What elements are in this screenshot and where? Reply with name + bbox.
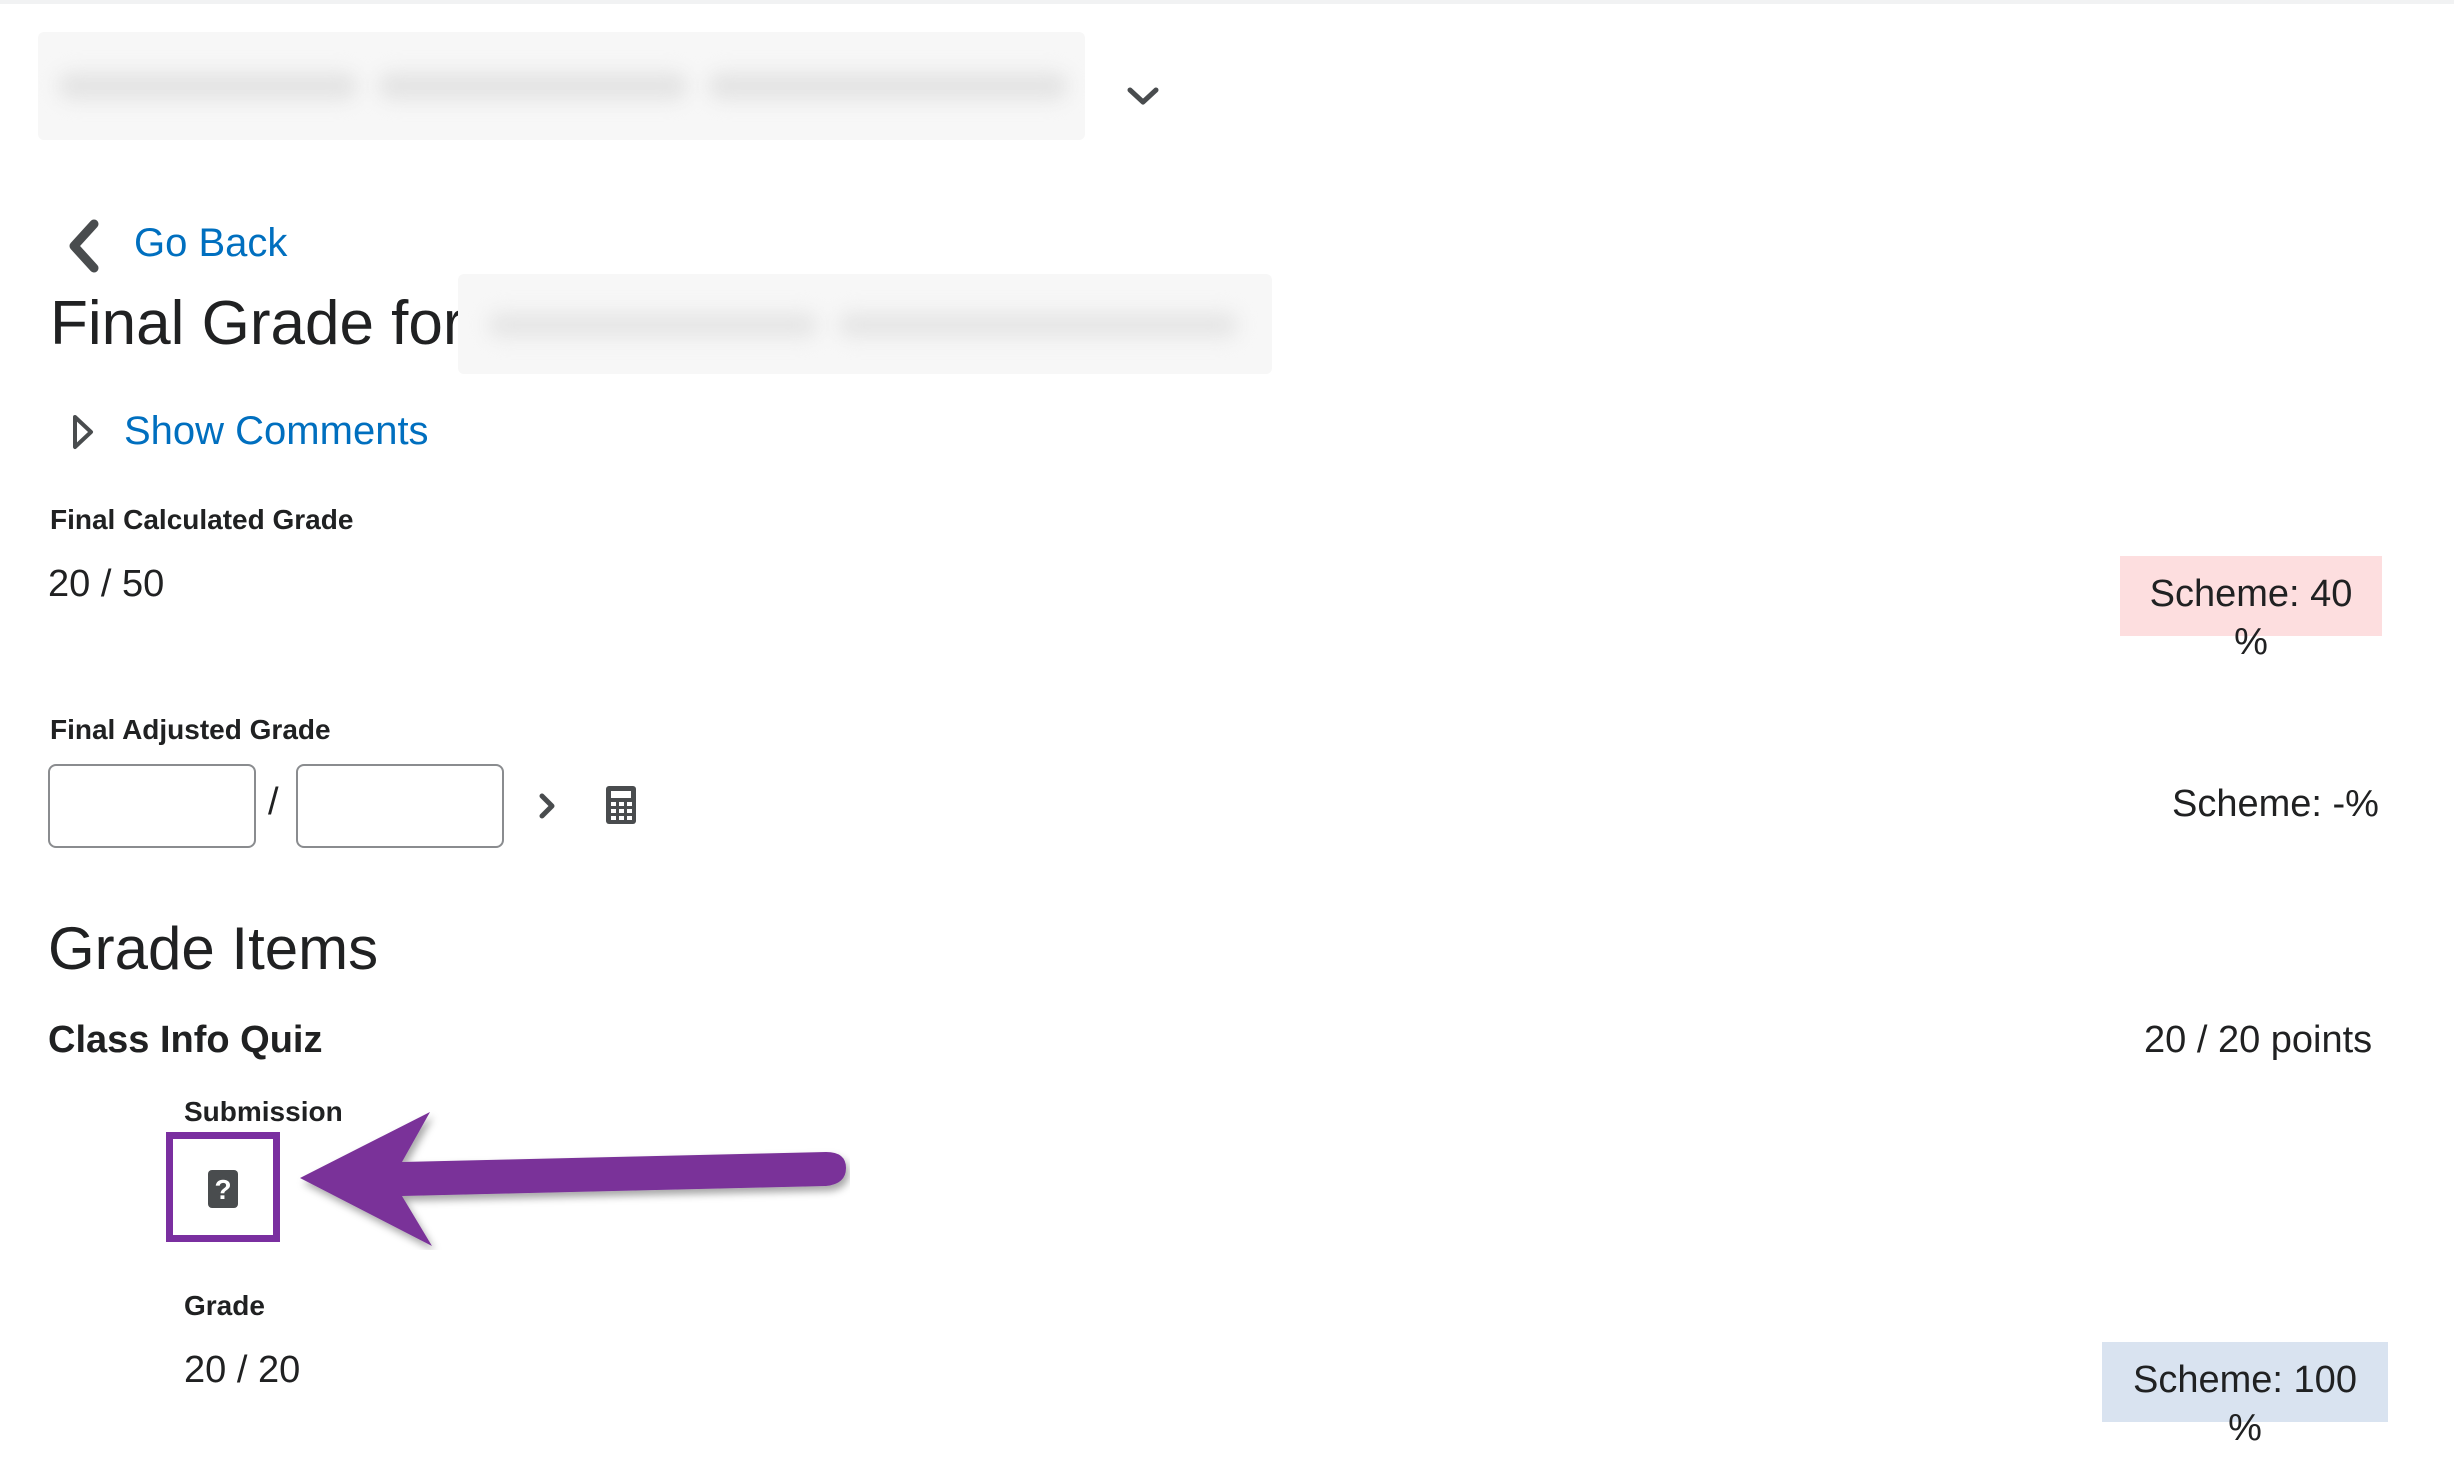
go-back-link[interactable]: Go Back — [134, 216, 287, 270]
grade-item-title: Class Info Quiz — [48, 1019, 323, 1061]
grade-item-scheme-badge: Scheme: 100 % — [2102, 1342, 2388, 1449]
grade-label: Grade — [184, 1290, 265, 1321]
question-mark-icon[interactable]: ? — [207, 1169, 239, 1209]
grade-value: 20 / 20 — [184, 1349, 301, 1391]
chevron-left-icon[interactable] — [64, 218, 104, 274]
grade-items-heading: Grade Items — [48, 915, 379, 982]
svg-text:?: ? — [214, 1174, 231, 1205]
adjusted-grade-denominator-input[interactable] — [296, 764, 504, 848]
page-title: Final Grade for — [50, 289, 464, 358]
final-adjusted-grade-label: Final Adjusted Grade — [50, 714, 331, 745]
caret-right-icon[interactable] — [70, 412, 96, 452]
header-selector[interactable] — [38, 32, 1085, 140]
top-border — [0, 0, 2454, 4]
student-name-redacted — [458, 274, 1272, 374]
adjusted-grade-numerator-input[interactable] — [48, 764, 256, 848]
grade-separator: / — [268, 781, 279, 823]
calculator-icon[interactable] — [604, 784, 638, 826]
grade-item-points: 20 / 20 points — [2144, 1019, 2373, 1061]
final-calculated-scheme-badge: Scheme: 40 % — [2120, 556, 2382, 663]
annotation-arrow — [300, 1112, 846, 1246]
final-calculated-grade-label: Final Calculated Grade — [50, 504, 354, 535]
show-comments-link[interactable]: Show Comments — [124, 404, 429, 458]
chevron-down-icon[interactable] — [1118, 78, 1168, 114]
final-calculated-grade-value: 20 / 50 — [48, 563, 165, 605]
chevron-right-icon[interactable] — [534, 788, 560, 824]
final-adjusted-scheme-text: Scheme: -% — [2172, 783, 2379, 825]
submission-highlight-box: ? — [166, 1132, 280, 1242]
